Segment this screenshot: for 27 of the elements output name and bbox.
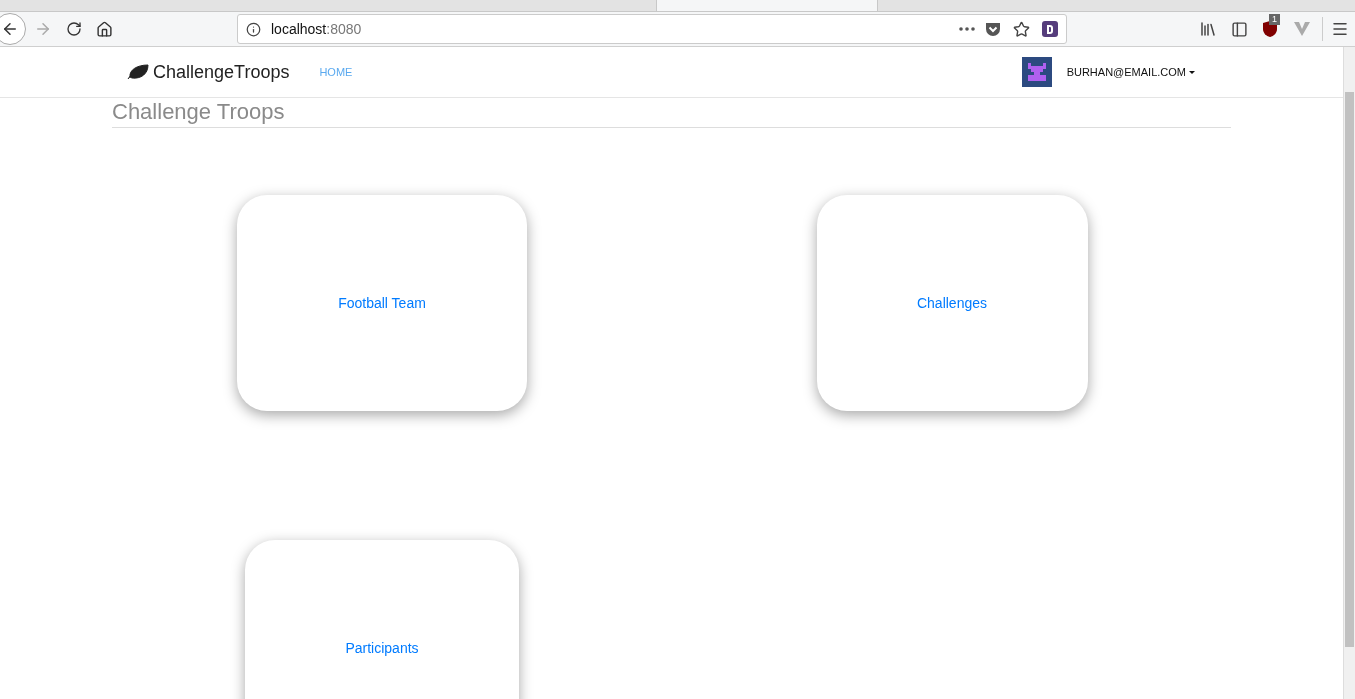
card-link[interactable]: Participants — [345, 637, 419, 659]
menu-icon[interactable] — [1331, 20, 1349, 38]
avatar[interactable] — [1021, 57, 1052, 87]
bookmark-star-icon[interactable] — [1013, 20, 1030, 38]
card[interactable]: Football Team — [237, 195, 527, 411]
user-menu[interactable]: BURHAN@EMAIL.COM — [1066, 63, 1195, 81]
pocket-icon[interactable] — [985, 21, 1001, 37]
card[interactable]: Participants — [245, 540, 519, 699]
page-heading: Challenge Troops — [112, 100, 285, 124]
blocker-badge: 1 — [1269, 14, 1280, 25]
scrollbar[interactable] — [1343, 47, 1355, 699]
library-icon[interactable] — [1199, 20, 1217, 38]
url-text: localhost:8080 — [271, 19, 362, 39]
card-link[interactable]: Challenges — [916, 292, 988, 314]
extension-icon[interactable] — [1042, 21, 1058, 37]
home-button[interactable] — [96, 20, 113, 38]
nav-link[interactable]: HOME — [319, 63, 353, 81]
sidebar-icon[interactable] — [1231, 20, 1248, 38]
reload-button[interactable] — [66, 21, 82, 37]
more-icon[interactable] — [959, 27, 975, 31]
url-field[interactable]: localhost:8080 — [237, 14, 1067, 44]
leaf-icon — [127, 64, 149, 80]
back-button[interactable] — [0, 13, 26, 45]
info-icon[interactable] — [246, 21, 261, 37]
card[interactable]: Challenges — [816, 195, 1088, 411]
card-link[interactable]: Football Team — [338, 292, 426, 314]
brand-link[interactable]: ChallengeTroops — [153, 58, 290, 86]
